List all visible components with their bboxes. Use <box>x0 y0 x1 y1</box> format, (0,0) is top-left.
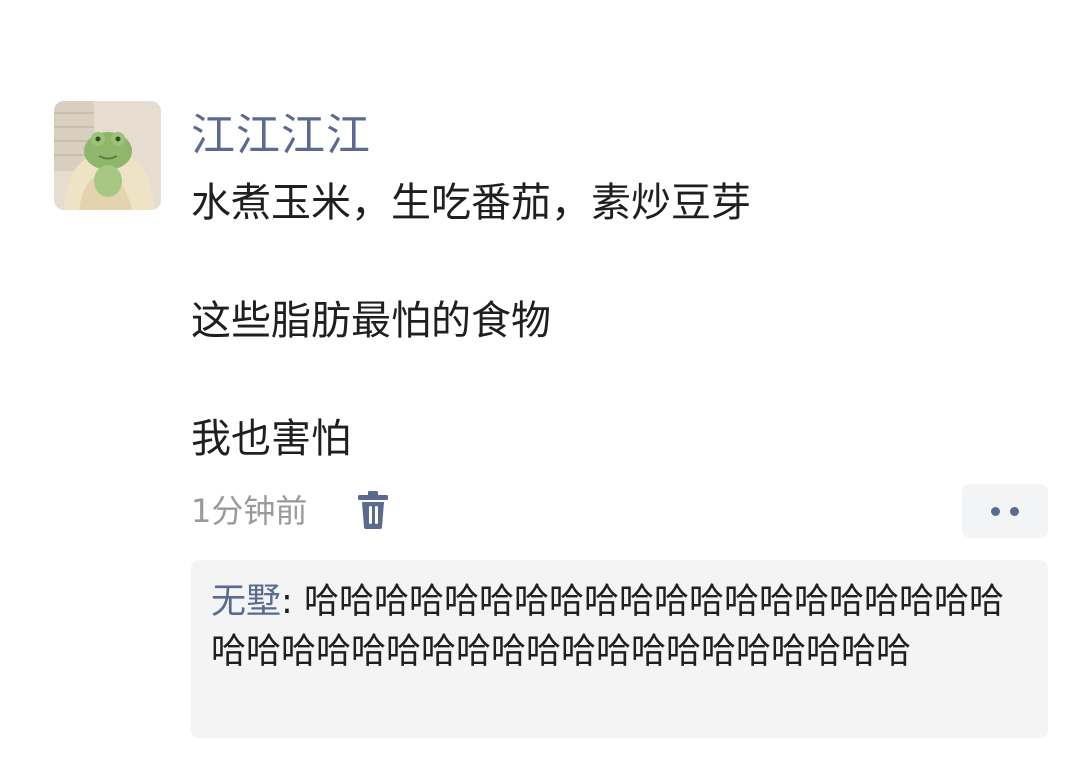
reply-separator: : <box>281 582 304 622</box>
reply-author-name[interactable]: 无墅 <box>211 582 281 622</box>
delete-button[interactable] <box>355 490 391 530</box>
more-options-button[interactable] <box>962 484 1048 538</box>
comment-timestamp: 1分钟前 <box>191 492 308 530</box>
comment-line: 水煮玉米，生吃番茄，素炒豆芽 <box>191 180 751 226</box>
more-dots-icon <box>1010 506 1019 516</box>
frog-avatar-icon <box>54 101 161 210</box>
comment-author-name[interactable]: 江江江江 <box>191 108 371 164</box>
more-dots-icon <box>991 506 1000 516</box>
trash-icon <box>358 491 388 529</box>
comment-line: 这些脂肪最怕的食物 <box>191 298 551 344</box>
reply-content: 哈哈哈哈哈哈哈哈哈哈哈哈哈哈哈哈哈哈哈哈哈哈哈哈哈哈哈哈哈哈哈哈哈哈哈哈哈哈哈哈 <box>211 582 1004 672</box>
reply-text-block: 无墅: 哈哈哈哈哈哈哈哈哈哈哈哈哈哈哈哈哈哈哈哈哈哈哈哈哈哈哈哈哈哈哈哈哈哈哈哈… <box>211 577 1028 677</box>
avatar[interactable] <box>54 101 161 210</box>
reply-box[interactable]: 无墅: 哈哈哈哈哈哈哈哈哈哈哈哈哈哈哈哈哈哈哈哈哈哈哈哈哈哈哈哈哈哈哈哈哈哈哈哈… <box>191 560 1048 738</box>
comment-line: 我也害怕 <box>191 416 351 462</box>
comment-body: 水煮玉米，生吃番茄，素炒豆芽 这些脂肪最怕的食物 我也害怕 <box>191 177 1051 465</box>
